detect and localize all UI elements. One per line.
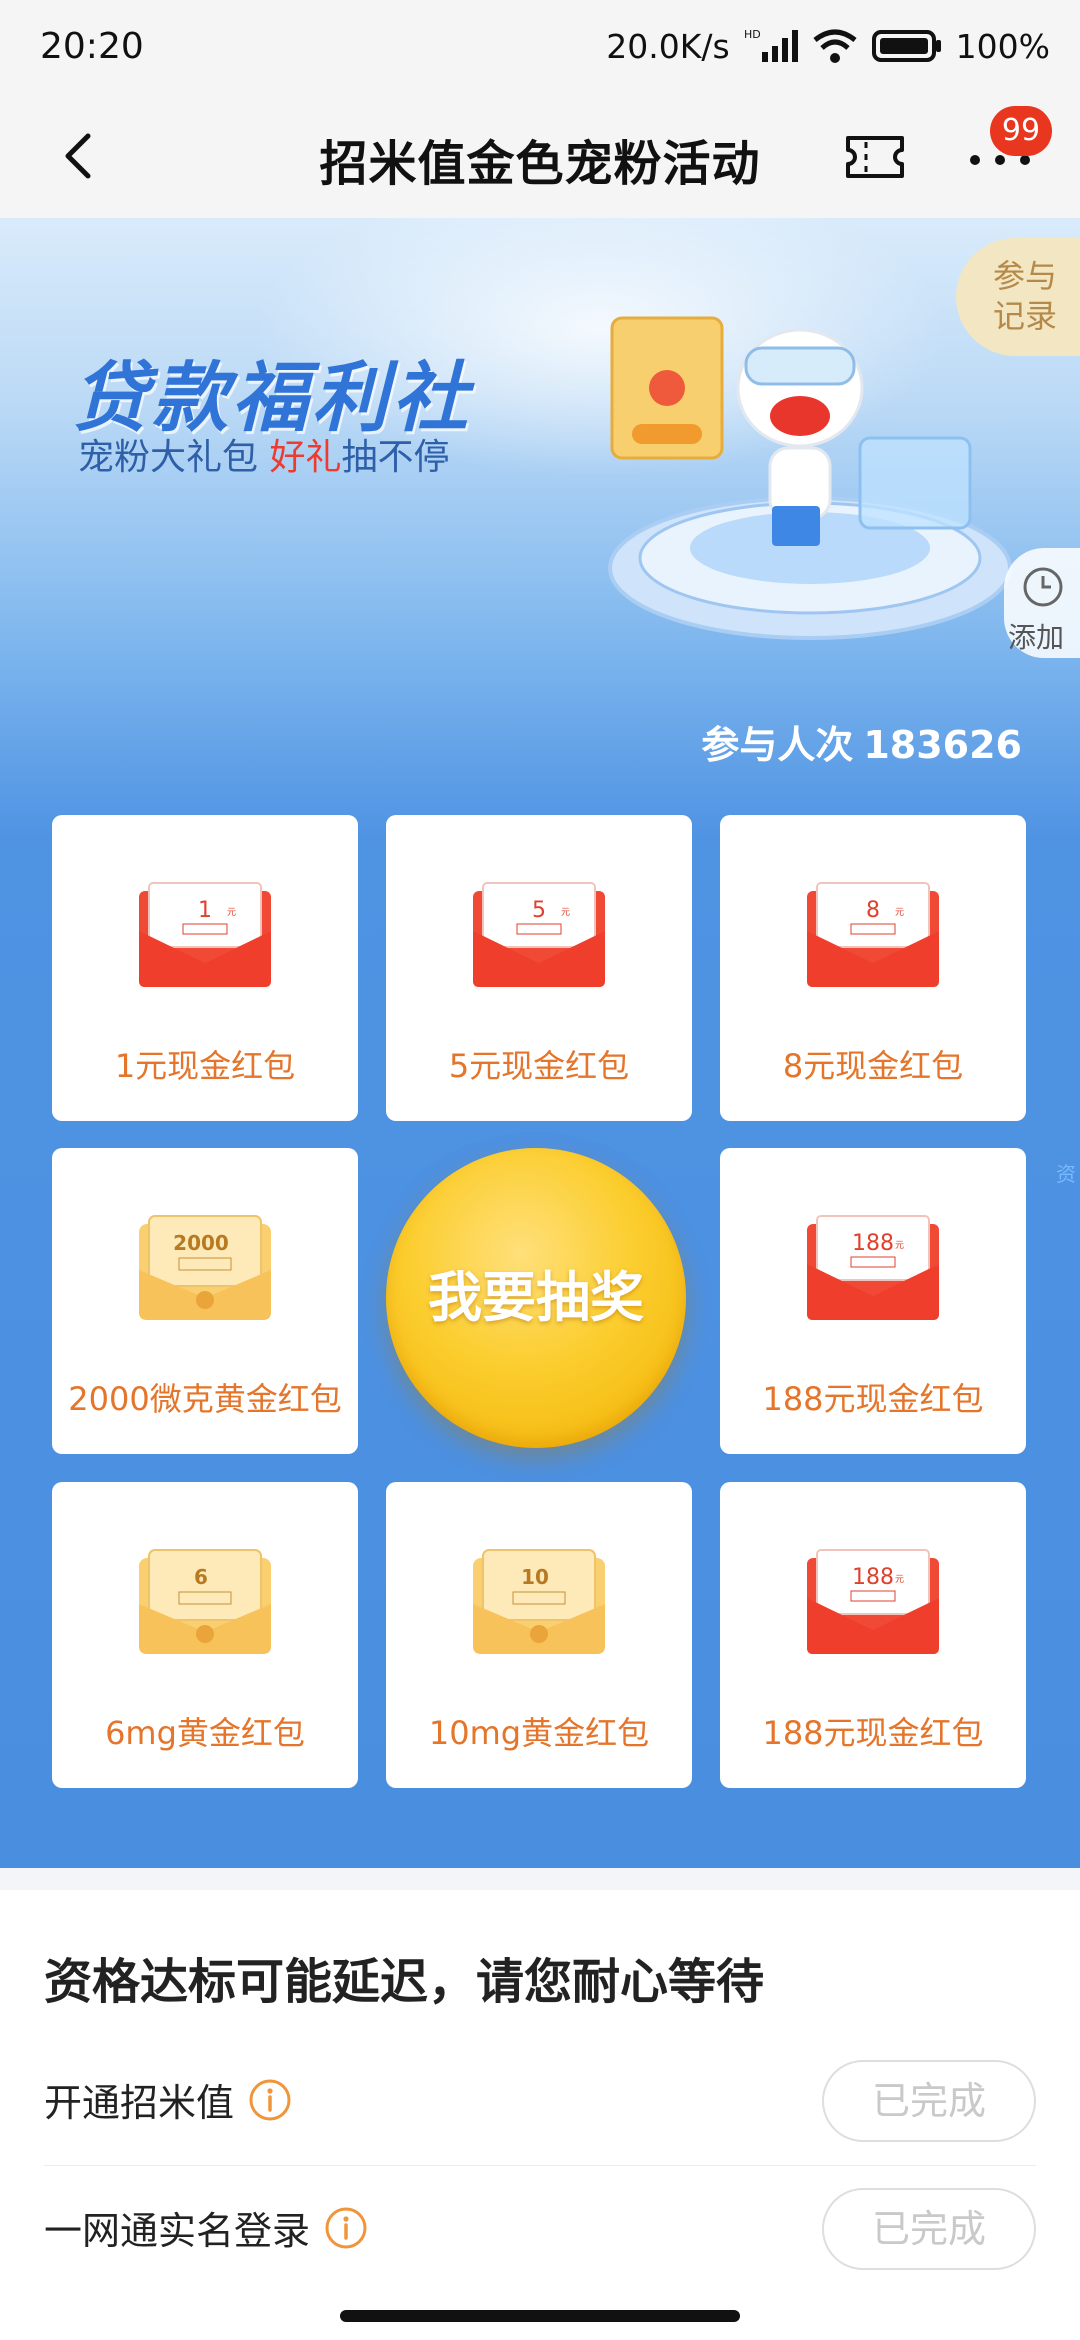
task-label: 一网通实名登录: [44, 2200, 368, 2255]
network-speed: 20.0K/s: [606, 26, 730, 66]
participants-value: 183626: [863, 723, 1022, 767]
svg-text:2000: 2000: [173, 1231, 229, 1255]
subtitle-suffix: 抽不停: [341, 437, 450, 478]
red-envelope-icon: 5元: [473, 882, 605, 987]
subtitle-highlight: 好礼: [269, 437, 342, 478]
status-indicators: 20.0K/s HD 100%: [606, 26, 1050, 66]
notification-badge: 99: [990, 106, 1052, 156]
task-status-button[interactable]: 已完成: [822, 2188, 1036, 2270]
task-status-button[interactable]: 已完成: [822, 2060, 1036, 2142]
add-widget-label: 添加: [1008, 621, 1065, 654]
svg-text:188: 188: [852, 1565, 894, 1590]
red-envelope-icon: 1元: [139, 882, 271, 987]
prize-card: 188 元 188元现金红包: [720, 1482, 1026, 1788]
gold-envelope-icon: 10: [473, 1549, 605, 1654]
qualification-tasks: 资格达标可能延迟，请您耐心等待 开通招米值 已完成 一网通实名登录 已完成: [0, 1890, 1080, 2340]
page-title: 招米值金色宠粉活动: [319, 136, 761, 192]
subtitle-prefix: 宠粉大礼包: [78, 437, 270, 478]
participant-count: 参与人次 183626: [691, 714, 1022, 769]
svg-text:元: 元: [561, 908, 570, 918]
banner-subtitle: 宠粉大礼包 好礼抽不停: [78, 428, 449, 480]
prize-card: 5 元 5元现金红包: [386, 815, 692, 1121]
status-time: 20:20: [40, 26, 144, 67]
prize-label: 5元现金红包: [448, 1047, 630, 1085]
prize-label: 10mg黄金红包: [428, 1714, 650, 1752]
status-bar: 20:20 20.0K/s HD 100%: [0, 0, 1080, 96]
battery-percent: 100%: [955, 26, 1050, 66]
hd-signal-icon: HD: [744, 28, 798, 62]
svg-text:8: 8: [866, 898, 880, 923]
battery-icon: [871, 30, 941, 62]
prize-card: 2000 2000微克黄金红包: [52, 1148, 358, 1454]
prize-card: 188 元 188元现金红包: [720, 1148, 1026, 1454]
gold-envelope-icon: 6: [139, 1549, 271, 1654]
svg-text:元: 元: [227, 908, 236, 918]
side-edge-mark: 资: [1056, 1162, 1076, 1186]
nav-bar: 招米值金色宠粉活动 99: [0, 96, 1080, 218]
red-envelope-icon: 188 元: [807, 1215, 939, 1320]
prize-card: 6 6mg黄金红包: [52, 1482, 358, 1788]
task-label: 开通招米值: [44, 2072, 292, 2127]
red-envelope-icon: 188 元: [807, 1549, 939, 1654]
home-indicator[interactable]: [340, 2310, 740, 2322]
svg-text:1: 1: [198, 898, 212, 923]
mascot-illustration: [608, 316, 1012, 640]
join-record-button[interactable]: 参与 记录: [956, 238, 1080, 356]
prize-label: 8元现金红包: [782, 1047, 964, 1085]
prize-card: 1 元 1元现金红包: [52, 815, 358, 1121]
task-row: 开通招米值 已完成: [44, 2038, 1036, 2166]
svg-text:5: 5: [532, 898, 546, 923]
task-label-text: 一网通实名登录: [44, 2209, 311, 2253]
gold-envelope-icon: 2000: [139, 1215, 271, 1320]
svg-text:元: 元: [895, 908, 904, 918]
task-label-text: 开通招米值: [44, 2081, 235, 2125]
svg-text:188: 188: [852, 1231, 894, 1256]
participants-label: 参与人次: [701, 723, 854, 767]
svg-text:6: 6: [194, 1565, 208, 1589]
info-icon[interactable]: [324, 2206, 368, 2250]
tasks-title: 资格达标可能延迟，请您耐心等待: [44, 1954, 765, 2010]
prize-label: 1元现金红包: [114, 1047, 296, 1085]
join-record-line2: 记录: [992, 297, 1057, 335]
svg-text:10: 10: [521, 1565, 549, 1589]
red-envelope-icon: 8元: [807, 882, 939, 987]
svg-text:元: 元: [895, 1241, 904, 1251]
prize-card: 10 10mg黄金红包: [386, 1482, 692, 1788]
prize-label: 2000微克黄金红包: [68, 1380, 342, 1418]
prize-label: 6mg黄金红包: [105, 1714, 305, 1752]
info-icon[interactable]: [248, 2078, 292, 2122]
prize-label: 188元现金红包: [762, 1714, 984, 1752]
ticket-icon[interactable]: [844, 132, 906, 182]
draw-lottery-button[interactable]: 我要抽奖: [386, 1148, 686, 1448]
wifi-icon: [813, 29, 857, 63]
clock-icon: [1023, 567, 1063, 607]
task-row: 一网通实名登录 已完成: [44, 2166, 1036, 2294]
prize-label: 188元现金红包: [762, 1380, 984, 1418]
svg-text:元: 元: [895, 1575, 904, 1585]
svg-text:HD: HD: [744, 28, 761, 41]
prize-card: 8 元 8元现金红包: [720, 815, 1026, 1121]
join-record-line1: 参与: [992, 257, 1057, 295]
